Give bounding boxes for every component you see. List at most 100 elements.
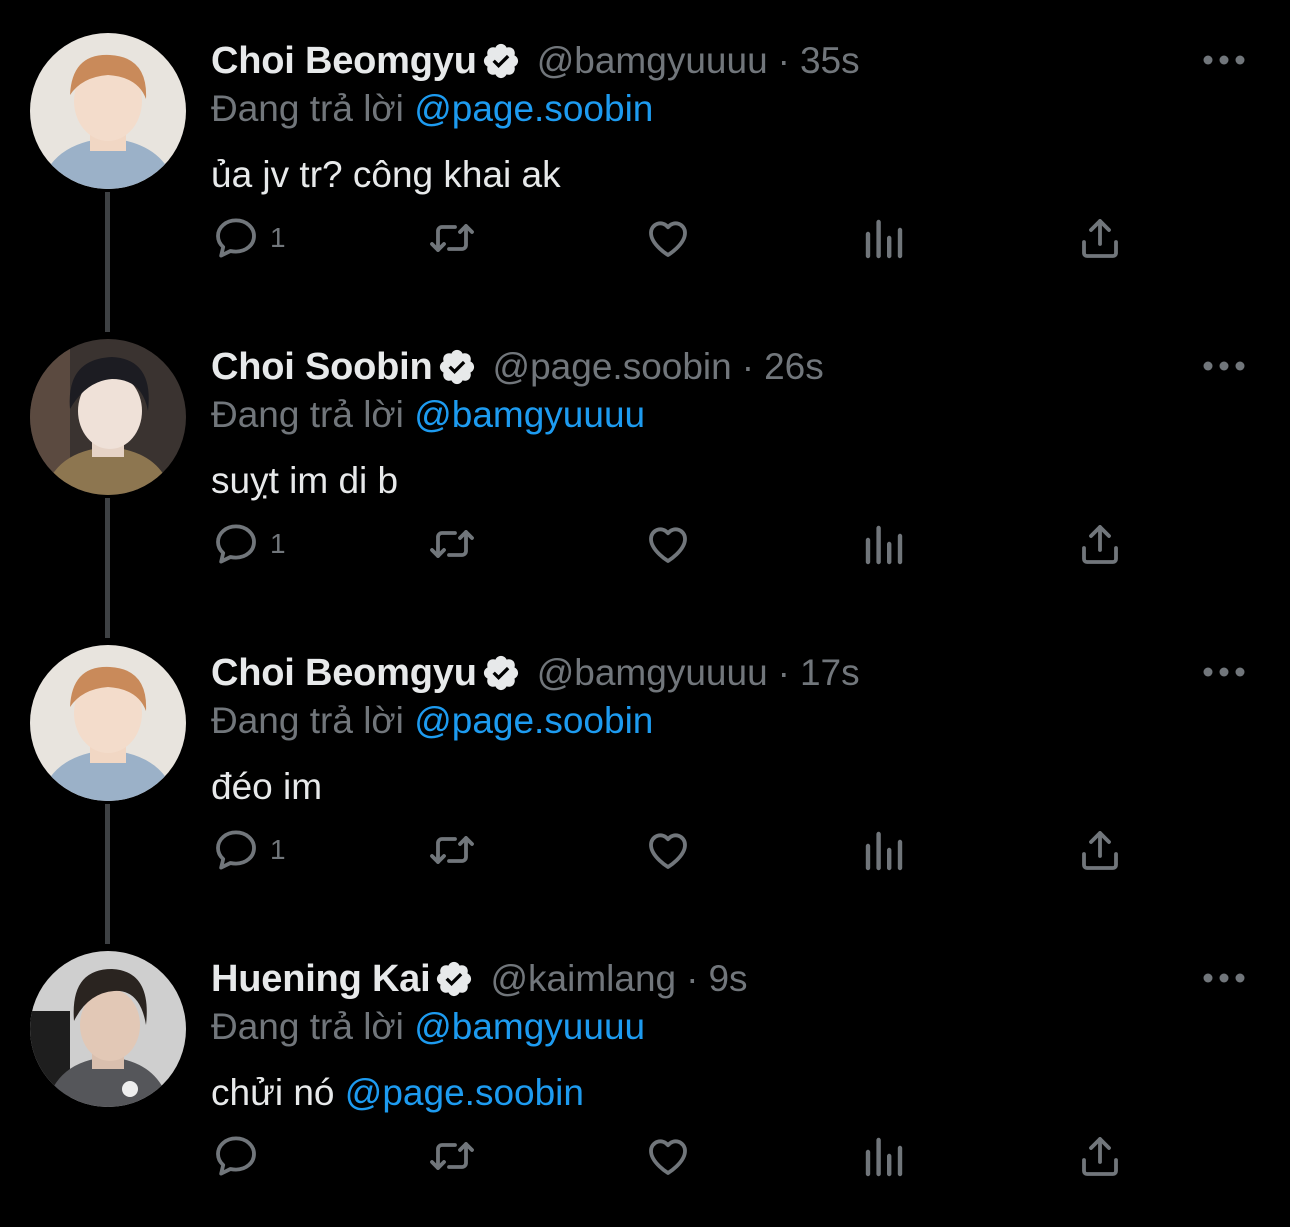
timestamp[interactable]: 17s [800,652,860,694]
separator: · [741,346,755,387]
retweet-icon [430,224,474,252]
retweet-icon [430,530,474,558]
share-button[interactable] [1076,818,1124,882]
share-icon [1082,219,1118,258]
share-icon [1082,525,1118,564]
separator: · [686,958,699,999]
reply-icon [216,830,256,870]
handle[interactable]: @bamgyuuuu [537,40,768,82]
timestamp[interactable]: 26s [764,346,824,388]
timestamp[interactable]: 9s [708,958,747,1000]
avatar[interactable] [30,33,186,189]
like-button[interactable] [644,1124,692,1188]
timestamp[interactable]: 35s [800,40,860,82]
reply-icon [216,524,256,564]
views-icon [865,1137,903,1177]
share-icon [1082,831,1118,870]
replying-to: Đang trả lời @page.soobin [211,88,653,130]
display-name[interactable]: Huening Kai [211,958,431,1001]
views-button[interactable] [860,818,908,882]
retweet-button[interactable] [428,1124,476,1188]
reply-icon [216,1136,256,1176]
action-bar: 1 [0,512,1290,576]
display-name[interactable]: Choi Beomgyu [211,652,477,695]
separator: · [777,40,790,81]
views-icon [865,525,903,565]
display-name[interactable]: Choi Soobin [211,346,433,389]
reply-icon [216,218,256,258]
reply-button[interactable]: 1 [212,818,286,882]
handle[interactable]: @kaimlang [490,958,676,1000]
verified-badge-icon [481,653,521,693]
views-icon [865,219,903,259]
tweet[interactable]: Choi Beomgyu @bamgyuuuu · 35s Đang trả l… [0,0,1290,306]
tweet[interactable]: Choi Soobin @page.soobin · 26s Đang trả … [0,306,1290,612]
reply-count: 1 [270,528,286,559]
like-icon [649,527,687,563]
more-icon[interactable] [1202,966,1246,990]
more-icon[interactable] [1202,660,1246,684]
like-button[interactable] [644,818,692,882]
avatar[interactable] [30,951,186,1107]
like-button[interactable] [644,206,692,270]
retweet-icon [430,836,474,864]
more-icon[interactable] [1202,354,1246,378]
verified-badge-icon [434,959,474,999]
reply-count: 1 [270,834,286,865]
reply-mention-link[interactable]: @bamgyuuuu [414,1006,645,1047]
retweet-icon [430,1142,474,1170]
views-icon [865,831,903,871]
reply-prefix: Đang trả lời [211,88,404,129]
tweet-text: chửi nó @page.soobin [211,1072,584,1114]
share-button[interactable] [1076,206,1124,270]
verified-badge-icon [437,347,477,387]
retweet-button[interactable] [428,512,476,576]
tweet-text-content: đéo im [211,766,323,807]
more-icon[interactable] [1202,48,1246,72]
like-button[interactable] [644,512,692,576]
tweet-text-content: ủa jv tr? công khai ak [211,154,561,195]
share-icon [1082,1137,1118,1176]
action-bar: 1 [0,818,1290,882]
retweet-button[interactable] [428,206,476,270]
action-bar: 1 [0,206,1290,270]
reply-mention-link[interactable]: @page.soobin [414,88,653,129]
reply-count: 1 [270,222,286,253]
tweet-text: ủa jv tr? công khai ak [211,154,561,196]
share-button[interactable] [1076,1124,1124,1188]
tweet[interactable]: Choi Beomgyu @bamgyuuuu · 17s Đang trả l… [0,612,1290,918]
avatar[interactable] [30,645,186,801]
reply-button[interactable]: 1 [212,206,286,270]
tweet-text-content: suỵt im di b [211,460,399,501]
reply-mention-link[interactable]: @page.soobin [414,700,653,741]
views-button[interactable] [860,206,908,270]
handle[interactable]: @bamgyuuuu [537,652,768,694]
tweet[interactable]: Huening Kai @kaimlang · 9s Đang trả lời … [0,918,1290,1224]
handle[interactable]: @page.soobin [493,346,732,388]
like-icon [649,221,687,257]
views-button[interactable] [860,1124,908,1188]
separator: · [777,652,790,693]
like-icon [649,833,687,869]
avatar[interactable] [30,339,186,495]
action-bar [0,1124,1290,1188]
retweet-button[interactable] [428,818,476,882]
tweet-text: suỵt im di b [211,460,398,502]
tweet-text: đéo im [211,766,322,808]
reply-prefix: Đang trả lời [211,394,404,435]
reply-button[interactable] [212,1124,270,1188]
share-button[interactable] [1076,512,1124,576]
reply-prefix: Đang trả lời [211,700,404,741]
replying-to: Đang trả lời @bamgyuuuu [211,394,645,436]
replying-to: Đang trả lời @bamgyuuuu [211,1006,645,1048]
like-icon [649,1139,687,1175]
reply-prefix: Đang trả lời [211,1006,404,1047]
display-name[interactable]: Choi Beomgyu [211,40,477,83]
verified-badge-icon [481,41,521,81]
reply-mention-link[interactable]: @bamgyuuuu [414,394,645,435]
tweet-text-content: chửi nó [211,1072,345,1113]
reply-button[interactable]: 1 [212,512,286,576]
text-mention-link[interactable]: @page.soobin [345,1072,584,1113]
replying-to: Đang trả lời @page.soobin [211,700,653,742]
views-button[interactable] [860,512,908,576]
